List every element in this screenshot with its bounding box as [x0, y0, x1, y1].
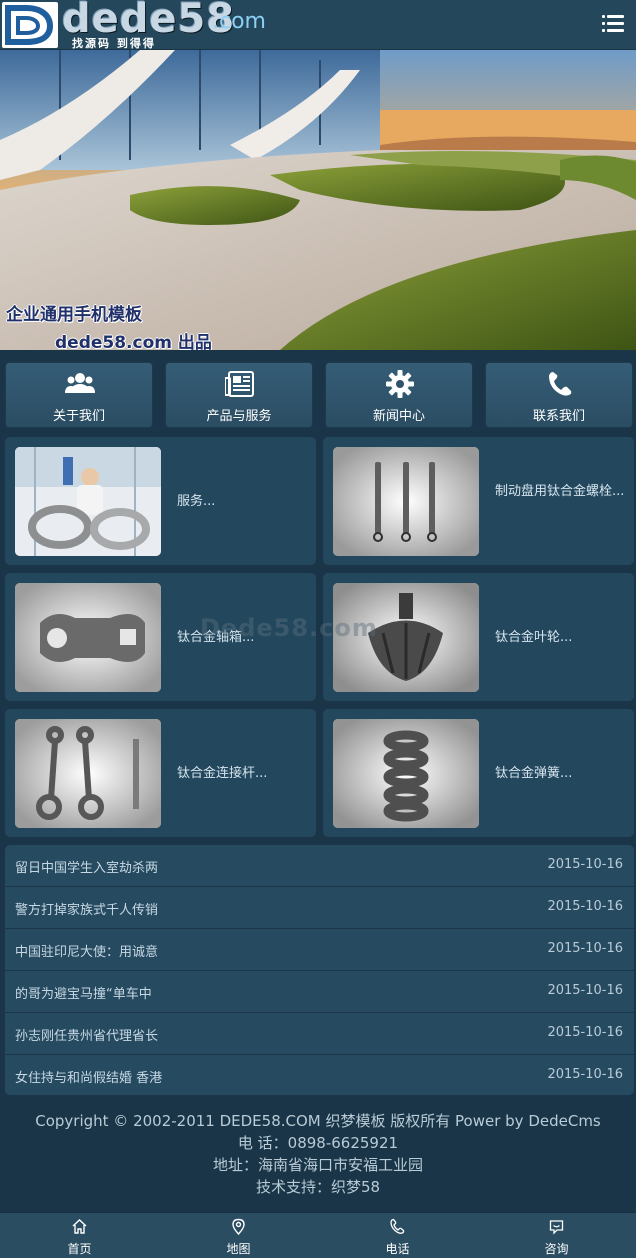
news-list: 留日中国学生入室劫杀两 2015-10-16 警方打掉家族式千人传销 2015-… [5, 845, 634, 1095]
news-date: 2015-10-16 [547, 941, 623, 956]
product-card[interactable]: 钛合金弹簧... [323, 709, 634, 837]
footer-copyright: Copyright © 2002-2011 DEDE58.COM 织梦模板 版权… [35, 1112, 601, 1130]
news-row[interactable]: 留日中国学生入室劫杀两 2015-10-16 [5, 845, 634, 887]
news-title[interactable]: 中国驻印尼大使：用诚意 [15, 941, 158, 960]
product-title[interactable]: 服务... [177, 492, 307, 512]
bottom-tab-bar: 首页 地图 电话 咨询 [0, 1212, 636, 1258]
news-date: 2015-10-16 [547, 983, 623, 998]
product-title[interactable]: 钛合金弹簧... [495, 764, 625, 784]
tab-consult[interactable]: 咨询 [477, 1213, 636, 1258]
tab-home[interactable]: 首页 [0, 1213, 159, 1258]
footer: Copyright © 2002-2011 DEDE58.COM 织梦模板 版权… [0, 1110, 636, 1198]
logo-mark-icon [2, 2, 58, 48]
tab-phone-label: 电话 [385, 1242, 410, 1256]
product-title[interactable]: 钛合金叶轮... [495, 628, 625, 648]
news-row[interactable]: 的哥为避宝马撞“单车中 2015-10-16 [5, 971, 634, 1013]
tab-map[interactable]: 地图 [159, 1213, 318, 1258]
tab-map-label: 地图 [226, 1242, 251, 1256]
news-title[interactable]: 警方打掉家族式千人传销 [15, 899, 158, 918]
product-title[interactable]: 钛合金连接杆... [177, 764, 307, 784]
nav-products-label: 产品与服务 [206, 409, 272, 424]
newspaper-icon [225, 371, 254, 397]
home-icon [72, 1219, 87, 1234]
hero-banner[interactable]: 企业通用手机模板 dede58.com 出品 [0, 50, 636, 350]
main-nav: 关于我们 产品与服务 新闻中心 联系我们 [0, 362, 636, 428]
nav-news-label: 新闻中心 [372, 409, 425, 424]
news-row[interactable]: 警方打掉家族式千人传销 2015-10-16 [5, 887, 634, 929]
nav-about-label: 关于我们 [52, 409, 105, 424]
watermark-text: Dede58.com [200, 614, 378, 642]
nav-contact-label: 联系我们 [532, 409, 585, 424]
tab-consult-label: 咨询 [544, 1242, 569, 1256]
footer-phone: 电 话：0898-6625921 [237, 1134, 399, 1152]
news-row[interactable]: 女住持与和尚假结婚 香港 2015-10-16 [5, 1055, 634, 1097]
news-date: 2015-10-16 [547, 857, 623, 872]
nav-contact[interactable]: 联系我们 [485, 362, 633, 428]
phone-icon [390, 1218, 405, 1234]
product-image [333, 447, 479, 556]
news-date: 2015-10-16 [547, 1067, 623, 1082]
news-title[interactable]: 孙志刚任贵州省代理省长 [15, 1025, 158, 1044]
footer-address: 地址：海南省海口市安福工业园 [212, 1156, 423, 1174]
product-card[interactable]: 服务... [5, 437, 316, 565]
banner-caption-brand: dede58.com 出品 [55, 333, 212, 350]
header: dede58 .com 找源码 到得得 [0, 0, 636, 50]
tab-phone[interactable]: 电话 [318, 1213, 477, 1258]
news-row[interactable]: 中国驻印尼大使：用诚意 2015-10-16 [5, 929, 634, 971]
footer-support: 技术支持：织梦58 [255, 1178, 381, 1196]
logo-slogan: 找源码 到得得 [72, 37, 156, 50]
users-icon [65, 373, 95, 393]
nav-news[interactable]: 新闻中心 [325, 362, 473, 428]
product-card[interactable]: 制动盘用钛合金螺栓... [323, 437, 634, 565]
phone-icon [549, 372, 572, 396]
product-title[interactable]: 制动盘用钛合金螺栓... [495, 482, 625, 502]
news-row[interactable]: 孙志刚任贵州省代理省长 2015-10-16 [5, 1013, 634, 1055]
map-pin-icon [232, 1218, 245, 1235]
news-title[interactable]: 留日中国学生入室劫杀两 [15, 857, 158, 876]
chat-icon [549, 1220, 564, 1235]
tab-home-label: 首页 [67, 1242, 92, 1256]
news-title[interactable]: 女住持与和尚假结婚 香港 [15, 1067, 162, 1086]
nav-about[interactable]: 关于我们 [5, 362, 153, 428]
product-image [15, 583, 161, 692]
nav-products[interactable]: 产品与服务 [165, 362, 313, 428]
banner-caption-title: 企业通用手机模板 [6, 305, 142, 325]
news-date: 2015-10-16 [547, 1025, 623, 1040]
product-card[interactable]: 钛合金连接杆... [5, 709, 316, 837]
news-title[interactable]: 的哥为避宝马撞“单车中 [15, 983, 152, 1002]
list-icon[interactable] [602, 14, 624, 34]
product-image [333, 719, 479, 828]
site-logo[interactable]: dede58 .com 找源码 到得得 [0, 0, 290, 50]
news-date: 2015-10-16 [547, 899, 623, 914]
gear-icon [386, 370, 414, 398]
product-image [15, 719, 161, 828]
logo-domain: .com [212, 9, 266, 34]
product-image [15, 447, 161, 556]
